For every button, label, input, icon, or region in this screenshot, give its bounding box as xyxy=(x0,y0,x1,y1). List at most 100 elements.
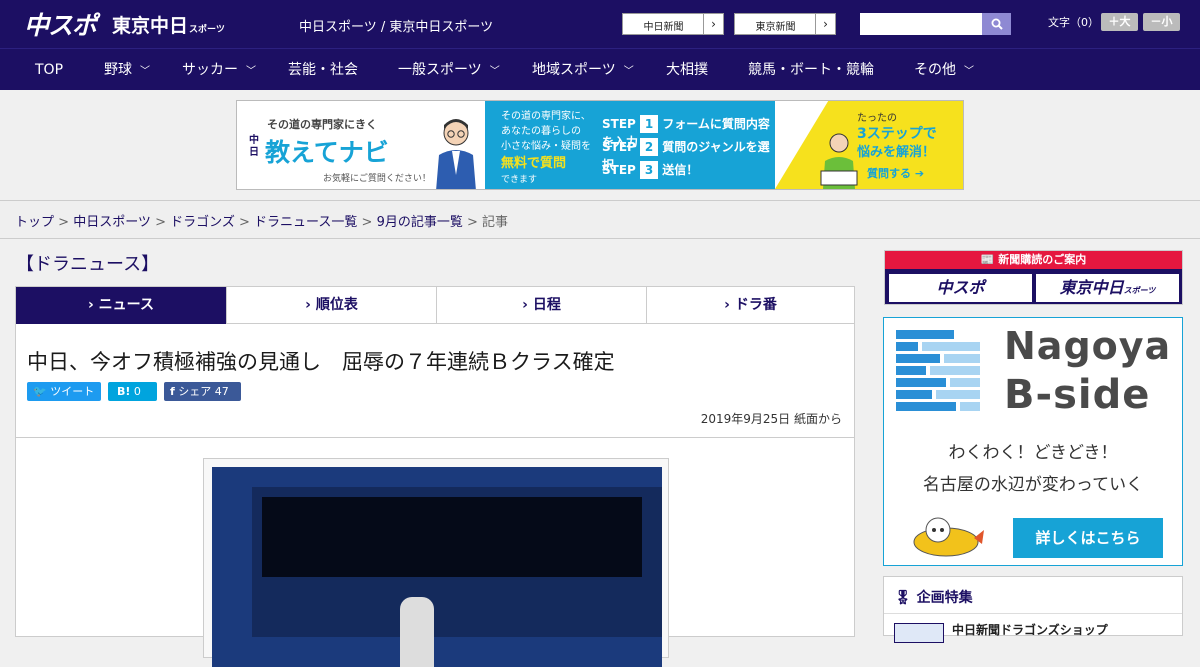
article-photo-area xyxy=(15,437,855,667)
subscription-title: 新聞購読のご案内 xyxy=(998,253,1087,266)
feature-header: 🎖 企画特集 xyxy=(894,587,973,607)
nagoya-copy-1: わくわく！どきどき！ xyxy=(948,443,1118,463)
nav-label: 大相撲 xyxy=(666,62,708,78)
chunichi-shimbun-label: 中日新聞 xyxy=(643,22,684,33)
bside-logo-icon xyxy=(896,330,980,411)
chunichi-shimbun-button[interactable]: 中日新聞 › xyxy=(622,13,724,35)
nav-item-top[interactable]: TOP xyxy=(35,49,63,91)
banner-desc: その道の専門家に、 あなたの暮らしの 小さな悩み・疑問を xyxy=(501,109,591,154)
chevron-down-icon: ﹀ xyxy=(489,66,500,77)
person-laptop-icon xyxy=(820,133,858,189)
step-text: 送信！ xyxy=(662,163,699,177)
nav-item-entertainment[interactable]: 芸能・社会 xyxy=(288,49,358,91)
newspaper-icon: 📰 xyxy=(980,253,995,266)
subscription-header: 📰 新聞購読のご案内 xyxy=(885,251,1182,269)
banner-desc-line: その道の専門家に、 xyxy=(501,111,591,122)
nav-label: TOP xyxy=(35,62,64,78)
facebook-icon: f xyxy=(170,385,175,398)
banner-tagline: その道の専門家にきく xyxy=(267,118,377,131)
feature-thumbnail[interactable] xyxy=(894,623,944,643)
tokyo-shimbun-button[interactable]: 東京新聞 › xyxy=(734,13,836,35)
tab-dora-ban[interactable]: › ドラ番 xyxy=(646,287,854,324)
nav-item-local-sports[interactable]: 地域スポーツ ﹀ xyxy=(532,49,634,91)
nav-label: 地域スポーツ xyxy=(532,62,616,78)
site-links[interactable]: 中日スポーツ / 東京中日スポーツ xyxy=(299,16,493,35)
banner-free: 無料で質問 xyxy=(501,156,567,171)
nav-label: 芸能・社会 xyxy=(288,62,358,78)
nagoya-bside-ad[interactable]: Nagoya B-side わくわく！どきどき！ 名古屋の水辺が変わっていく 詳… xyxy=(883,317,1183,566)
banner-middle: その道の専門家に、 あなたの暮らしの 小さな悩み・疑問を 無料で質問 できます ST… xyxy=(485,101,775,189)
chevron-right-icon: › xyxy=(724,297,730,313)
search-input[interactable] xyxy=(860,13,982,35)
breadcrumb-september-list[interactable]: 9月の記事一覧 xyxy=(377,215,463,230)
tab-label: 順位表 xyxy=(315,297,358,313)
expert-person-icon xyxy=(436,119,476,189)
banner-note: お気軽にご質問ください！ xyxy=(323,174,431,184)
banner-desc-line: あなたの暮らしの xyxy=(501,126,581,137)
feature-title: 企画特集 xyxy=(916,590,973,606)
hatena-bookmark-button[interactable]: B! 0 xyxy=(108,382,157,401)
chevron-right-icon: › xyxy=(815,14,835,34)
hatena-icon: B! xyxy=(117,385,131,398)
banner-step-3: STEP 3 送信！ xyxy=(602,161,699,179)
tab-schedule[interactable]: › 日程 xyxy=(436,287,646,324)
tab-news[interactable]: › ニュース xyxy=(16,287,226,324)
facebook-share-button[interactable]: f シェア 47 xyxy=(164,382,241,401)
chevron-down-icon: ﹀ xyxy=(246,66,256,77)
nav-label: サッカー xyxy=(182,62,238,78)
nav-item-baseball[interactable]: 野球 ﹀ xyxy=(104,49,150,91)
feature-box: 🎖 企画特集 中日新聞ドラゴンズショップ xyxy=(883,576,1183,643)
arrow-right-icon: ➔ xyxy=(914,167,925,180)
nagoya-title-2: B-side xyxy=(1004,372,1151,418)
feature-divider xyxy=(884,613,1182,614)
share-label: シェア xyxy=(178,385,212,398)
nav-item-soccer[interactable]: サッカー ﹀ xyxy=(182,49,256,91)
font-size-label: 文字（0） xyxy=(1048,16,1099,29)
breadcrumb-dragons[interactable]: ドラゴンズ xyxy=(170,215,235,230)
tweet-button[interactable]: 🐦 ツイート xyxy=(27,382,101,401)
nav-item-racing[interactable]: 競馬・ボート・競輪 xyxy=(748,49,874,91)
banner-left: その道の専門家にきく 中日 教えてナビ お気軽にご質問ください！ xyxy=(237,101,485,189)
article-header: 中日、今オフ積極補強の見通し 屈辱の７年連続Ｂクラス確定 🐦 ツイート B! 0… xyxy=(15,324,855,438)
nav-label: 野球 xyxy=(104,62,132,78)
nagoya-details-button[interactable]: 詳しくはこちら xyxy=(1013,518,1163,558)
step-label: STEP xyxy=(602,117,636,131)
tab-standings[interactable]: › 順位表 xyxy=(226,287,436,324)
breadcrumb-current: 記事 xyxy=(482,215,509,230)
tweet-label: ツイート xyxy=(50,385,95,398)
font-smaller-button[interactable]: －小 xyxy=(1143,13,1180,31)
main-nav: TOP 野球 ﹀ サッカー ﹀ 芸能・社会 一般スポーツ ﹀ 地域スポーツ ﹀ 大相撲 … xyxy=(0,48,1200,90)
tokyo-logo-text: 東京中日 xyxy=(112,15,189,37)
nav-label: その他 xyxy=(914,62,956,78)
tokyo-chunichi-logo[interactable]: 東京中日スポーツ xyxy=(112,11,225,38)
tab-label: ドラ番 xyxy=(734,297,777,313)
photo-frame xyxy=(203,458,669,667)
chevron-right-icon: › xyxy=(522,297,528,313)
breadcrumb-doranews-list[interactable]: ドラニュース一覧 xyxy=(254,215,357,230)
banner-brand: 教えてナビ xyxy=(265,138,389,167)
step-label: STEP xyxy=(602,163,636,177)
breadcrumb-top[interactable]: トップ xyxy=(15,215,54,230)
photo-shadow xyxy=(262,497,642,577)
subscribe-tokyo-button[interactable]: 東京中日スポーツ xyxy=(1036,274,1179,302)
banner-three: 3ステップで xyxy=(857,126,937,142)
banner-brand-small: 中日 xyxy=(249,135,259,158)
banner-ask-label: 質問する xyxy=(867,167,911,180)
banner-ask: 質問する ➔ xyxy=(867,165,924,181)
breadcrumb-chuspo[interactable]: 中日スポーツ xyxy=(73,215,151,230)
article-photo[interactable] xyxy=(212,467,662,667)
subscribe-tokyo-label: 東京中日 xyxy=(1059,278,1124,297)
share-count: 47 xyxy=(214,385,229,398)
search-button[interactable] xyxy=(982,13,1011,35)
oshiete-navi-banner[interactable]: その道の専門家にきく 中日 教えてナビ お気軽にご質問ください！ その道の専門家… xyxy=(236,100,964,190)
chuspo-logo[interactable]: 中スポ xyxy=(24,6,97,42)
search-icon xyxy=(991,18,1003,30)
nav-item-other[interactable]: その他 ﹀ xyxy=(914,49,974,91)
subscribe-tokyo-sub: スポーツ xyxy=(1123,286,1156,295)
tab-label: ニュース xyxy=(98,297,154,313)
font-larger-button[interactable]: ＋大 xyxy=(1101,13,1138,31)
nav-item-general-sports[interactable]: 一般スポーツ ﹀ xyxy=(398,49,500,91)
subscribe-chuspo-button[interactable]: 中スポ xyxy=(889,274,1032,302)
nav-label: 一般スポーツ xyxy=(398,62,482,78)
nav-item-sumo[interactable]: 大相撲 xyxy=(666,49,708,91)
